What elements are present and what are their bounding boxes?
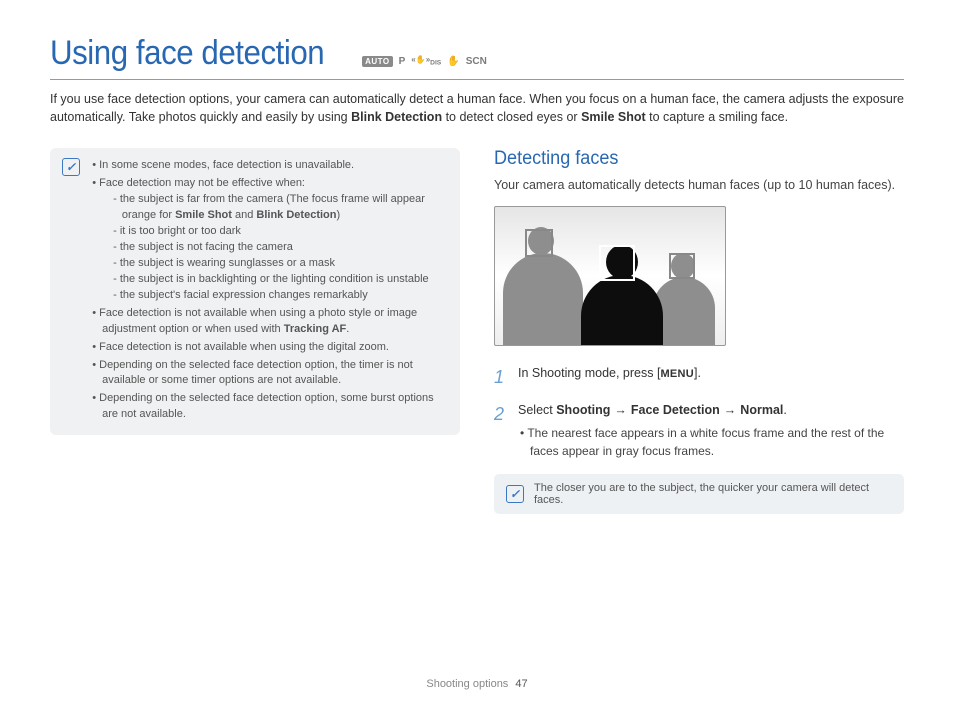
note-box: ✓ In some scene modes, face detection is… [50,148,460,435]
step-2: 2 Select Shooting→Face Detection→Normal.… [494,401,904,460]
arrow-icon: → [610,403,631,417]
list-item: In some scene modes, face detection is u… [101,158,446,174]
mode-timer-icon: ✋ [447,56,459,67]
list-item: the subject is far from the camera (The … [122,192,446,224]
page-footer: Shooting options 47 [0,678,954,690]
mode-auto-icon: AUTO [362,56,393,67]
list-item: the subject is wearing sunglasses or a m… [122,256,446,272]
focus-frame-gray-icon [525,229,553,257]
step-1: 1 In Shooting mode, press [MENU]. [494,364,904,391]
mode-icons: AUTO P «✋»DIS ✋ SCN [362,55,487,67]
list-item: Depending on the selected face detection… [101,358,446,390]
list-item: the subject's facial expression changes … [122,288,446,304]
list-item: it is too bright or too dark [122,224,446,240]
focus-frame-white-icon [599,245,635,281]
mode-scn-icon: SCN [466,56,487,67]
page-number: 47 [515,678,527,690]
list-item: the subject is not facing the camera [122,240,446,256]
step-number: 2 [494,401,508,460]
section-heading: Detecting faces [494,148,884,170]
face-detection-illustration [494,206,726,346]
note-icon: ✓ [62,158,80,176]
focus-frame-gray-icon [669,253,695,279]
list-item: Face detection is not available when usi… [101,340,446,356]
tip-text: The closer you are to the subject, the q… [534,482,892,506]
note-icon: ✓ [506,485,524,503]
tip-box: ✓ The closer you are to the subject, the… [494,474,904,514]
note-list: In some scene modes, face detection is u… [90,158,446,425]
footer-section: Shooting options [426,678,508,690]
divider [50,79,904,80]
step-sub: The nearest face appears in a white focu… [530,424,904,460]
list-item: Face detection is not available when usi… [101,306,446,338]
list-item: the subject is in backlighting or the li… [122,272,446,288]
list-item: Depending on the selected face detection… [101,391,446,423]
intro-paragraph: If you use face detection options, your … [50,90,904,126]
menu-button-label: MENU [660,368,694,380]
arrow-icon: → [720,403,741,417]
page-title: Using face detection [50,34,324,73]
step-number: 1 [494,364,508,391]
section-lead: Your camera automatically detects human … [494,176,904,194]
mode-p-icon: P [399,56,406,67]
mode-dis-icon: «✋»DIS [411,55,441,67]
list-item: Face detection may not be effective when… [101,176,446,304]
